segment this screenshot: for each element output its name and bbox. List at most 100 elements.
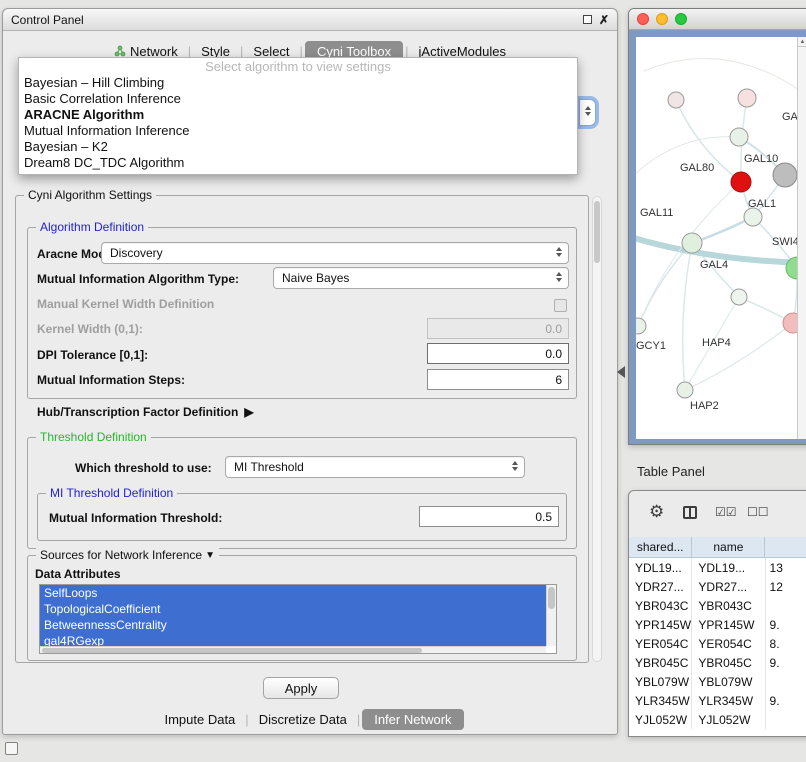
table-cell: YBL079W (629, 672, 692, 691)
hub-section-label: Hub/Transcription Factor Definition (37, 405, 238, 419)
minimize-traffic-light-icon[interactable] (656, 13, 668, 25)
table-row[interactable]: YLR345WYLR345W9. (629, 691, 806, 710)
table-row[interactable]: YBR045CYBR045C9. (629, 653, 806, 672)
list-vertical-scrollbar[interactable] (546, 585, 556, 646)
algorithm-option[interactable]: Dream8 DC_TDC Algorithm (19, 155, 577, 171)
aracne-mode-combo[interactable]: Discovery (101, 242, 569, 264)
zoom-traffic-light-icon[interactable] (675, 13, 687, 25)
dpi-tolerance-field[interactable]: 0.0 (427, 343, 569, 364)
scrollbar-thumb[interactable] (42, 648, 422, 653)
attribute-item[interactable]: BetweennessCentrality (40, 617, 546, 633)
table-row[interactable]: YER054CYER054C8. (629, 634, 806, 653)
manual-kernel-label: Manual Kernel Width Definition (37, 297, 214, 311)
settings-vertical-scrollbar[interactable] (592, 196, 602, 662)
table-toolbar: ⚙ ☑☑ ☐☐ (629, 491, 806, 537)
scroll-up-icon[interactable]: ▲ (798, 37, 806, 47)
algorithm-select-combo[interactable] (579, 99, 596, 126)
table-cell: YBL079W (692, 672, 765, 691)
algorithm-placeholder-option[interactable]: Select algorithm to view settings (19, 58, 577, 75)
table-row[interactable]: YBL079WYBL079W (629, 672, 806, 691)
table-cell: YER054C (629, 634, 692, 653)
column-header[interactable]: name (692, 537, 765, 557)
window-controls: ✗ (583, 14, 609, 26)
tab-discretize-data[interactable]: Discretize Data (251, 709, 355, 730)
aracne-mode-value: Discovery (110, 246, 163, 260)
column-display-icon[interactable] (683, 506, 697, 519)
mi-threshold-label: Mutual Information Threshold: (49, 511, 222, 525)
data-attributes-items: SelfLoopsTopologicalCoefficientBetweenne… (40, 585, 546, 646)
scrollbar-thumb[interactable] (594, 201, 600, 263)
node-label: GAL1 (748, 198, 776, 210)
network-edge[interactable] (644, 59, 798, 89)
algorithm-option[interactable]: Bayesian – K2 (19, 139, 577, 155)
manual-kernel-checkbox[interactable] (554, 299, 567, 312)
which-threshold-value: MI Threshold (234, 460, 304, 474)
network-node[interactable] (682, 233, 702, 253)
kernel-width-label: Kernel Width (0,1): (37, 322, 143, 336)
network-window-titlebar (629, 9, 806, 30)
algorithm-option[interactable]: Basic Correlation Inference (19, 91, 577, 107)
algorithm-dropdown-popup: Select algorithm to view settingsBayesia… (18, 57, 578, 175)
minimized-window-icon[interactable] (5, 742, 18, 755)
attribute-item[interactable]: gal4RGexp (40, 633, 546, 646)
combo-arrows-icon (556, 247, 562, 257)
table-row[interactable]: YPR145WYPR145W9. (629, 615, 806, 634)
network-node[interactable] (738, 89, 756, 107)
panel-splitter-collapse-icon[interactable] (617, 366, 625, 378)
apply-button[interactable]: Apply (263, 677, 339, 699)
column-header[interactable]: shared... (629, 537, 692, 557)
gear-icon[interactable]: ⚙ (649, 502, 664, 522)
tab-label: Discretize Data (259, 712, 347, 727)
close-traffic-light-icon[interactable] (637, 13, 649, 25)
table-row[interactable]: YDL19...YDL19...13 (629, 558, 806, 577)
network-node[interactable] (668, 92, 684, 108)
select-all-icon[interactable]: ☑☑ (715, 505, 737, 519)
algorithm-option[interactable]: ARACNE Algorithm (19, 107, 577, 123)
scrollbar-thumb[interactable] (548, 587, 555, 609)
tab-infer-network[interactable]: Infer Network (362, 709, 463, 730)
network-node[interactable] (636, 318, 646, 334)
column-header[interactable] (765, 537, 806, 557)
deselect-all-icon[interactable]: ☐☐ (747, 505, 769, 519)
network-node[interactable] (677, 382, 693, 398)
table-cell: YDL19... (692, 558, 765, 577)
float-window-icon[interactable] (583, 15, 592, 24)
mi-threshold-definition-title: MI Threshold Definition (46, 486, 177, 500)
table-row[interactable]: YDR27...YDR27...12 (629, 577, 806, 596)
table-cell: YJL052W (692, 710, 765, 729)
table-cell: 13 (766, 558, 806, 577)
table-row[interactable]: YBR043CYBR043C (629, 596, 806, 615)
close-window-icon[interactable]: ✗ (599, 14, 609, 26)
tab-impute-data[interactable]: Impute Data (156, 709, 243, 730)
attribute-item[interactable]: TopologicalCoefficient (40, 601, 546, 617)
network-edge[interactable] (685, 323, 793, 390)
tab-separator: | (245, 712, 248, 727)
table-cell: YPR145W (629, 615, 692, 634)
mi-type-combo[interactable]: Naive Bayes (273, 267, 569, 289)
node-table: shared...name YDL19...YDL19...13YDR27...… (629, 537, 806, 736)
node-label: SWI4 (772, 236, 799, 248)
network-node[interactable] (773, 163, 797, 187)
table-cell: YLR345W (629, 691, 692, 710)
network-node[interactable] (731, 172, 751, 192)
hub-section-toggle[interactable]: Hub/Transcription Factor Definition ▶ (37, 405, 254, 419)
network-view-window: GAL80GAL10GAL11GAL1SWI4GAL4GCY1HAP4HAP2G… (628, 8, 806, 445)
table-cell (766, 710, 806, 729)
list-horizontal-scrollbar[interactable] (40, 646, 546, 653)
network-node[interactable] (731, 289, 747, 305)
table-row[interactable]: YJL052WYJL052W (629, 710, 806, 729)
algorithm-option[interactable]: Mutual Information Inference (19, 123, 577, 139)
which-threshold-combo[interactable]: MI Threshold (225, 456, 525, 478)
network-edge[interactable] (683, 243, 692, 390)
mi-threshold-field[interactable]: 0.5 (419, 506, 559, 527)
network-node[interactable] (730, 128, 748, 146)
table-cell: YPR145W (692, 615, 765, 634)
attribute-item[interactable]: SelfLoops (40, 585, 546, 601)
network-node[interactable] (744, 208, 762, 226)
network-vertical-scrollbar[interactable]: ▲ (797, 37, 806, 439)
cyni-bottom-tab-bar: Impute Data|Discretize Data|Infer Networ… (3, 709, 617, 730)
network-canvas[interactable]: GAL80GAL10GAL11GAL1SWI4GAL4GCY1HAP4HAP2G… (636, 37, 806, 439)
mi-steps-field[interactable]: 6 (427, 369, 569, 390)
algorithm-option[interactable]: Bayesian – Hill Climbing (19, 75, 577, 91)
sources-group-title[interactable]: Sources for Network Inference ▼ (36, 548, 219, 562)
